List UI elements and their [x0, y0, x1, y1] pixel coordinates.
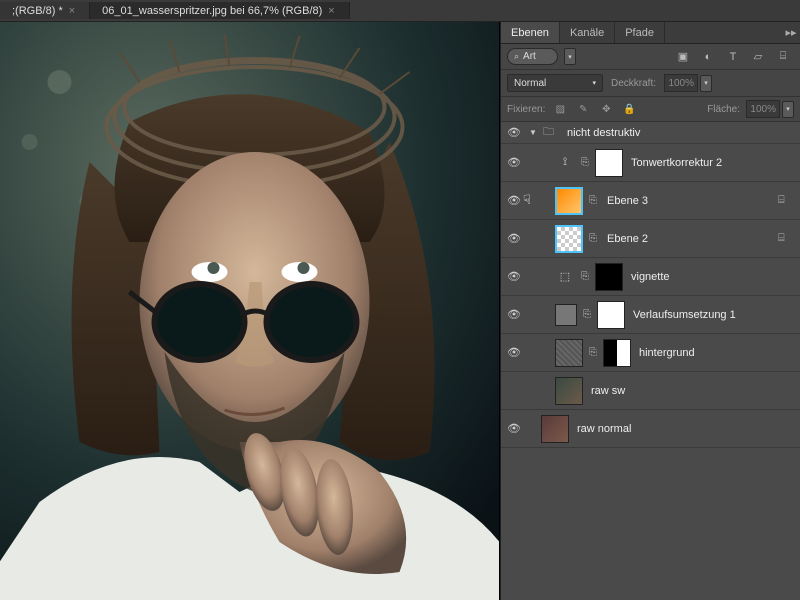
levels-icon: ⟟ [555, 153, 575, 173]
smart-object-icon: ⌸ [778, 232, 794, 245]
layer-row-rawsw[interactable]: raw sw [501, 372, 800, 410]
tab-doc-2[interactable]: 06_01_wasserspritzer.jpg bei 66,7% (RGB/… [90, 2, 350, 19]
tab-kanaele[interactable]: Kanäle [560, 22, 615, 43]
layers-panel: Ebenen Kanäle Pfade ▸▸ ⌕ ▾ ▣ ◐ T ▱ ⌸ Nor… [500, 22, 800, 600]
link-icon[interactable]: ⎘ [581, 309, 593, 320]
tab-pfade[interactable]: Pfade [615, 22, 665, 43]
search-input[interactable] [523, 51, 551, 62]
layer-row-hintergrund[interactable]: 👁 ⎘ hintergrund [501, 334, 800, 372]
close-icon[interactable]: × [69, 5, 75, 17]
layer-thumbnail[interactable] [555, 339, 583, 367]
layer-row-ebene2[interactable]: 👁 ⎘ Ebene 2 ⌸ [501, 220, 800, 258]
mask-thumbnail[interactable] [597, 301, 625, 329]
layer-name[interactable]: Tonwertkorrektur 2 [631, 157, 800, 169]
visibility-icon[interactable]: 👁 [505, 232, 523, 245]
filter-type-icon[interactable]: T [726, 50, 740, 64]
layer-thumbnail[interactable] [555, 187, 583, 215]
visibility-icon[interactable]: 👁 [505, 308, 523, 321]
filter-dropdown[interactable]: ▾ [564, 48, 576, 65]
search-icon: ⌕ [514, 51, 519, 62]
fill-label: Fläche: [707, 104, 740, 115]
panel-menu-icon[interactable]: ▸▸ [782, 22, 800, 43]
layer-group-row[interactable]: 👁 ▼ 🗀 nicht destruktiv [501, 122, 800, 144]
link-icon[interactable]: ⎘ [587, 233, 599, 244]
link-icon[interactable]: ⎘ [587, 347, 599, 358]
layer-filter-search[interactable]: ⌕ [507, 48, 558, 65]
tab-ebenen[interactable]: Ebenen [501, 22, 560, 43]
smart-object-icon: ⌸ [778, 194, 794, 207]
visibility-icon[interactable]: 👁 [505, 194, 523, 207]
mask-thumbnail[interactable] [603, 339, 631, 367]
tab-doc-1[interactable]: ;(RGB/8) *× [0, 2, 90, 19]
layer-row-verlauf[interactable]: 👁 ⎘ Verlaufsumsetzung 1 [501, 296, 800, 334]
layer-thumbnail[interactable] [541, 415, 569, 443]
layer-name[interactable]: Verlaufsumsetzung 1 [633, 309, 800, 321]
blend-mode-select[interactable]: Normal▾ [507, 74, 603, 92]
opacity-label: Deckkraft: [611, 78, 656, 89]
layer-name[interactable]: Ebene 3 [607, 195, 774, 207]
close-icon[interactable]: × [328, 5, 334, 17]
filter-shape-icon[interactable]: ▱ [751, 50, 765, 64]
adjustment-icon: ⬚ [555, 267, 575, 287]
layer-thumbnail[interactable] [555, 377, 583, 405]
visibility-icon[interactable]: 👁 [505, 422, 523, 435]
layer-thumbnail[interactable] [555, 225, 583, 253]
layer-row-ebene3[interactable]: 👁 ☟ ⎘ Ebene 3 ⌸ [501, 182, 800, 220]
layer-name[interactable]: vignette [631, 271, 800, 283]
visibility-icon[interactable]: 👁 [505, 126, 523, 139]
visibility-icon[interactable]: 👁 [505, 346, 523, 359]
opacity-stepper[interactable]: ▾ [700, 75, 712, 92]
visibility-icon[interactable]: 👁 [505, 270, 523, 283]
lock-label: Fixieren: [507, 104, 545, 115]
mask-thumbnail[interactable] [595, 263, 623, 291]
layer-row-vignette[interactable]: 👁 ⬚ ⎘ vignette [501, 258, 800, 296]
layer-name[interactable]: hintergrund [639, 347, 800, 359]
link-icon[interactable]: ⎘ [587, 195, 599, 206]
adjustment-icon [555, 304, 577, 326]
layer-name[interactable]: raw normal [577, 423, 800, 435]
layer-row-rawnormal[interactable]: 👁 raw normal [501, 410, 800, 448]
opacity-input[interactable] [664, 74, 698, 92]
hand-cursor-icon: ☟ [523, 192, 531, 208]
canvas[interactable] [0, 22, 500, 600]
visibility-icon[interactable]: 👁 [505, 156, 523, 169]
document-tabs: ;(RGB/8) *× 06_01_wasserspritzer.jpg bei… [0, 0, 800, 22]
layer-name[interactable]: raw sw [591, 385, 800, 397]
link-icon[interactable]: ⎘ [579, 157, 591, 168]
mask-thumbnail[interactable] [595, 149, 623, 177]
lock-paint-icon[interactable]: ✎ [576, 102, 590, 116]
lock-transparent-icon[interactable]: ▨ [553, 102, 567, 116]
link-icon[interactable]: ⎘ [579, 271, 591, 282]
folder-icon: 🗀 [543, 123, 559, 142]
filter-image-icon[interactable]: ▣ [676, 50, 690, 64]
layer-name[interactable]: Ebene 2 [607, 233, 774, 245]
lock-all-icon[interactable]: 🔒 [622, 102, 636, 116]
collapse-icon[interactable]: ▼ [527, 128, 539, 137]
filter-adjust-icon[interactable]: ◐ [701, 50, 715, 64]
fill-input[interactable] [746, 100, 780, 118]
fill-stepper[interactable]: ▾ [782, 101, 794, 118]
group-name[interactable]: nicht destruktiv [567, 127, 800, 139]
layer-row-tonwert[interactable]: 👁 ⟟ ⎘ Tonwertkorrektur 2 [501, 144, 800, 182]
filter-smart-icon[interactable]: ⌸ [776, 50, 790, 64]
lock-move-icon[interactable]: ✥ [599, 102, 613, 116]
